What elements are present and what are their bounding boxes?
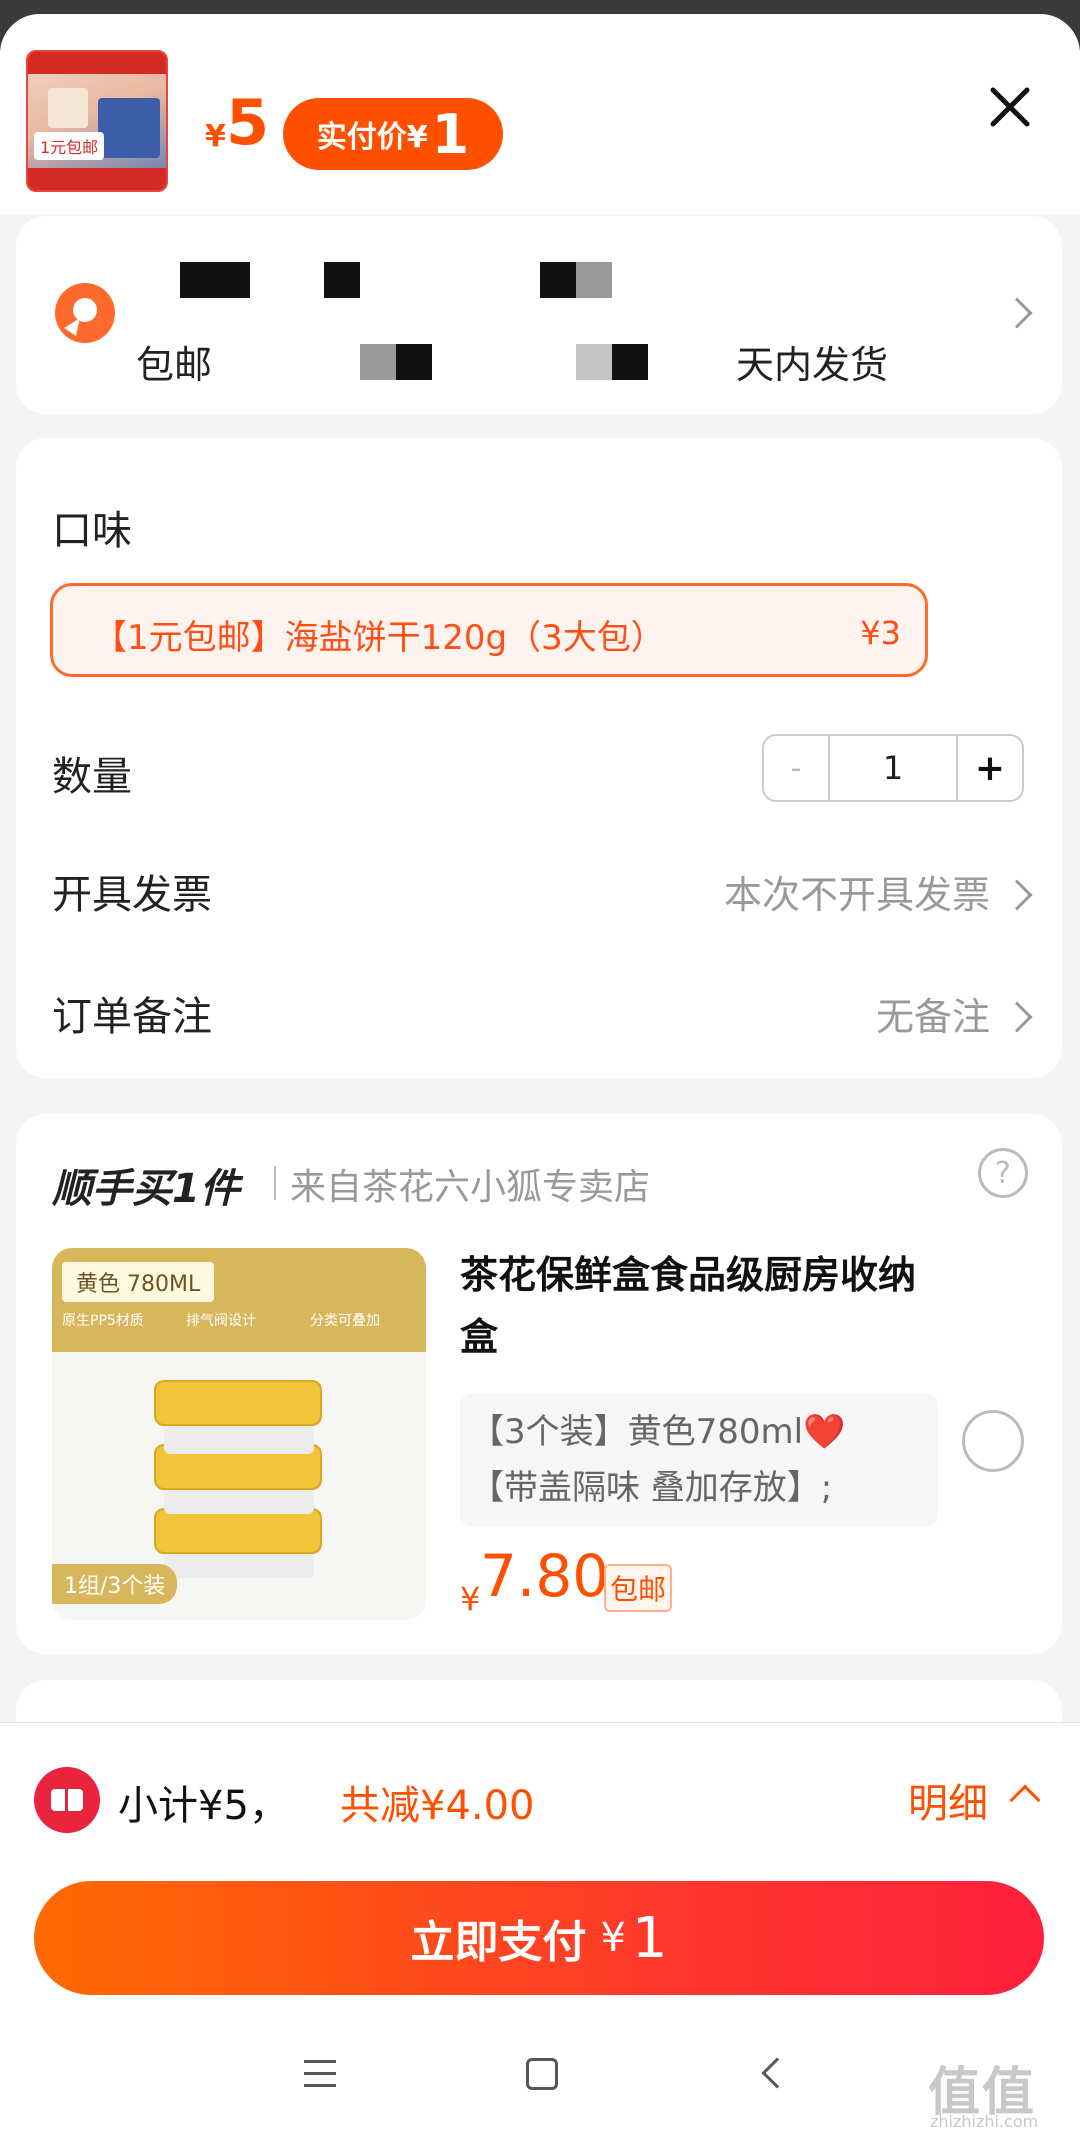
- back-icon[interactable]: [761, 2057, 793, 2089]
- price-currency: ¥: [205, 119, 226, 154]
- pay-now-label: 立即支付: [410, 1917, 587, 1968]
- flavor-label: 口味: [52, 508, 132, 554]
- actual-paid-badge: 实付价¥ 1: [283, 98, 503, 170]
- quantity-increase-button[interactable]: +: [958, 736, 1022, 800]
- redacted-text: [396, 344, 432, 380]
- redacted-name: [180, 262, 250, 298]
- flavor-option-price: ¥3: [860, 614, 901, 652]
- image-count-tag: 1组/3个装: [52, 1564, 178, 1604]
- order-note-label: 订单备注: [52, 994, 212, 1040]
- add-on-price: 7.80: [480, 1542, 610, 1610]
- quantity-decrease-button[interactable]: -: [764, 736, 830, 800]
- quantity-label: 数量: [52, 754, 132, 800]
- redacted-text: [576, 262, 612, 298]
- add-on-card: 顺手买1件 来自茶花六小狐专卖店 ? 黄色 780ML 原生PP5材质 排气阀设…: [16, 1114, 1062, 1654]
- redacted-text: [540, 262, 576, 298]
- address-line-start: 包邮: [136, 343, 213, 387]
- savings-text: 共减¥4.00: [340, 1783, 535, 1829]
- help-icon[interactable]: ?: [978, 1148, 1028, 1198]
- chevron-right-icon: [1001, 297, 1033, 329]
- invoice-value: 本次不开具发票: [723, 873, 990, 917]
- flavor-option-name: 【1元包邮】海盐饼干120g（3大包）: [93, 618, 665, 658]
- pay-now-currency: ¥: [600, 1915, 626, 1961]
- detail-button[interactable]: 明细: [908, 1771, 988, 1829]
- image-feature: 原生PP5材质: [62, 1313, 144, 1329]
- redacted-text: [360, 344, 396, 380]
- spec-line: 【3个装】黄色780ml❤️: [470, 1412, 846, 1452]
- add-on-select-radio[interactable]: [962, 1410, 1024, 1472]
- checkout-bar: 小计¥5， 共减¥4.00 明细 立即支付 ¥ 1: [0, 1722, 1080, 2020]
- chevron-right-icon: [1001, 879, 1033, 911]
- close-icon: [990, 87, 1030, 127]
- redacted-text: [612, 344, 648, 380]
- options-card: 口味 【1元包邮】海盐饼干120g（3大包） ¥3 数量 - 1 + 开具发票 …: [16, 438, 1062, 1078]
- pay-now-amount: 1: [631, 1905, 668, 1971]
- location-icon: [55, 283, 115, 343]
- close-button[interactable]: [985, 82, 1035, 132]
- invoice-label: 开具发票: [52, 872, 212, 918]
- sheet-header: 1元包邮 ¥ 5 实付价¥ 1: [0, 14, 1080, 214]
- add-on-product-spec[interactable]: 【3个装】黄色780ml❤️ 【带盖隔味 叠加存放】;: [460, 1394, 938, 1526]
- image-feature: 分类可叠加: [310, 1313, 380, 1329]
- subtotal-text: 小计¥5，: [118, 1783, 289, 1829]
- spec-line: 【带盖隔味 叠加存放】;: [470, 1468, 833, 1508]
- redacted-text: [576, 344, 612, 380]
- image-feature: 排气阀设计: [186, 1313, 256, 1329]
- address-line-end: 天内发货: [736, 343, 889, 387]
- order-note-value: 无备注: [875, 995, 990, 1039]
- chevron-right-icon: [1001, 1001, 1033, 1033]
- add-on-price-currency: ¥: [460, 1580, 481, 1618]
- checkout-sheet: 1元包邮 ¥ 5 实付价¥ 1 包邮 天内发货 口味 【1元包邮】海盐饼干120…: [0, 14, 1080, 2134]
- divider: [274, 1166, 276, 1200]
- quantity-value[interactable]: 1: [830, 736, 958, 800]
- coupon-icon: [34, 1767, 100, 1833]
- home-icon[interactable]: [526, 2058, 558, 2090]
- add-on-store: 来自茶花六小狐专卖店: [290, 1167, 651, 1208]
- price-value: 5: [226, 86, 270, 159]
- free-shipping-badge: 包邮: [604, 1564, 673, 1612]
- flavor-option-selected[interactable]: 【1元包邮】海盐饼干120g（3大包） ¥3: [50, 583, 928, 677]
- chevron-up-icon[interactable]: [1009, 1784, 1041, 1816]
- actual-paid-value: 1: [431, 102, 470, 166]
- redacted-phone: [324, 262, 360, 298]
- quantity-stepper: - 1 +: [762, 734, 1024, 802]
- add-on-title: 顺手买1件: [52, 1166, 240, 1212]
- menu-icon[interactable]: [304, 2060, 336, 2088]
- watermark-url: zhizhizhi.com: [930, 2112, 1039, 2131]
- system-nav-bar: 值值值 zhizhizhi.com: [0, 2020, 1080, 2134]
- actual-paid-label: 实付价¥: [316, 120, 428, 155]
- add-on-product-image[interactable]: 黄色 780ML 原生PP5材质 排气阀设计 分类可叠加 1组/3个装: [52, 1248, 426, 1620]
- image-color-tag: 黄色 780ML: [62, 1262, 215, 1302]
- thumbnail-badge: 1元包邮: [34, 132, 105, 160]
- address-card[interactable]: 包邮 天内发货: [16, 216, 1062, 414]
- pay-now-button[interactable]: 立即支付 ¥ 1: [34, 1881, 1044, 1995]
- add-on-product-name[interactable]: 茶花保鲜盒食品级厨房收纳盒: [460, 1244, 930, 1368]
- product-thumbnail: 1元包邮: [26, 50, 168, 192]
